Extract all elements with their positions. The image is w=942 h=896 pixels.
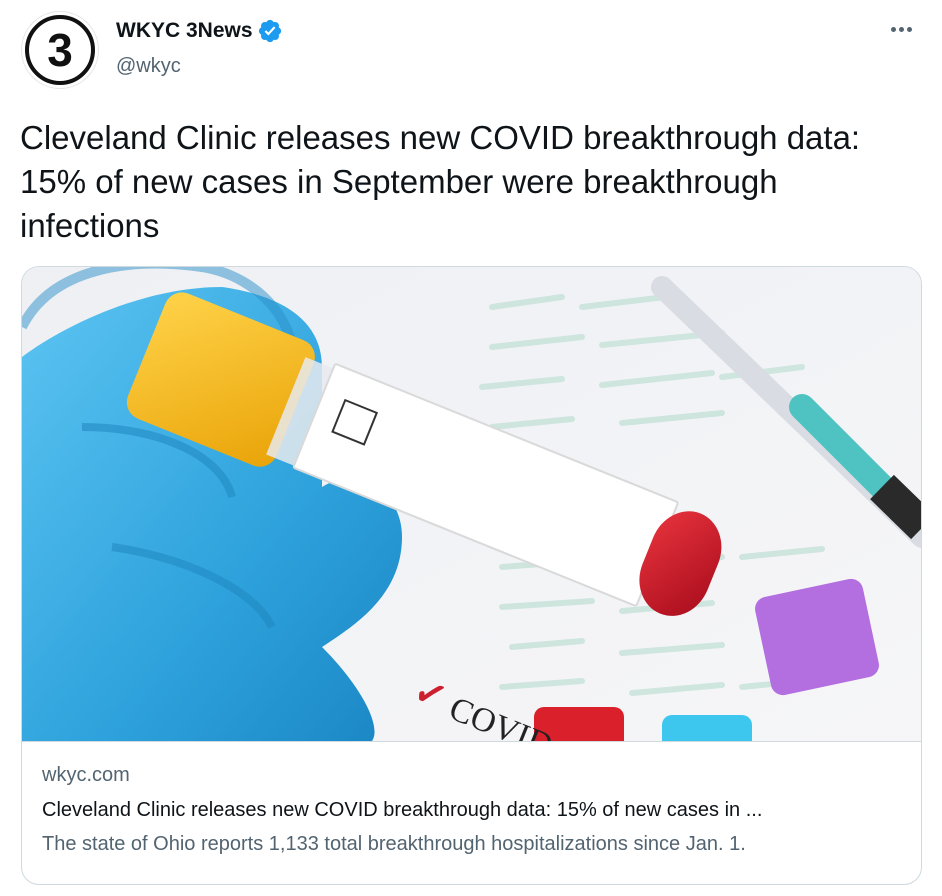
author-name-row: WKYC 3News <box>116 18 283 44</box>
more-options-button[interactable] <box>886 14 916 44</box>
author-display-name[interactable]: WKYC 3News <box>116 19 253 43</box>
avatar-logo: 3 <box>25 15 95 85</box>
card-title: Cleveland Clinic releases new COVID brea… <box>42 799 763 821</box>
tweet-text: Cleveland Clinic releases new COVID brea… <box>20 119 861 244</box>
author-handle[interactable]: @wkyc <box>116 55 181 78</box>
more-options-icon <box>889 26 913 32</box>
card-image: ✓ COVID-19: Delta <box>22 267 921 741</box>
link-preview-card[interactable]: ✓ COVID-19: Delta wkyc.com Cleveland Cli… <box>21 266 922 885</box>
card-divider <box>22 741 921 742</box>
card-domain: wkyc.com <box>42 764 130 786</box>
card-description: The state of Ohio reports 1,133 total br… <box>42 833 746 855</box>
verified-badge-icon <box>258 19 281 43</box>
avatar[interactable]: 3 <box>21 11 99 89</box>
